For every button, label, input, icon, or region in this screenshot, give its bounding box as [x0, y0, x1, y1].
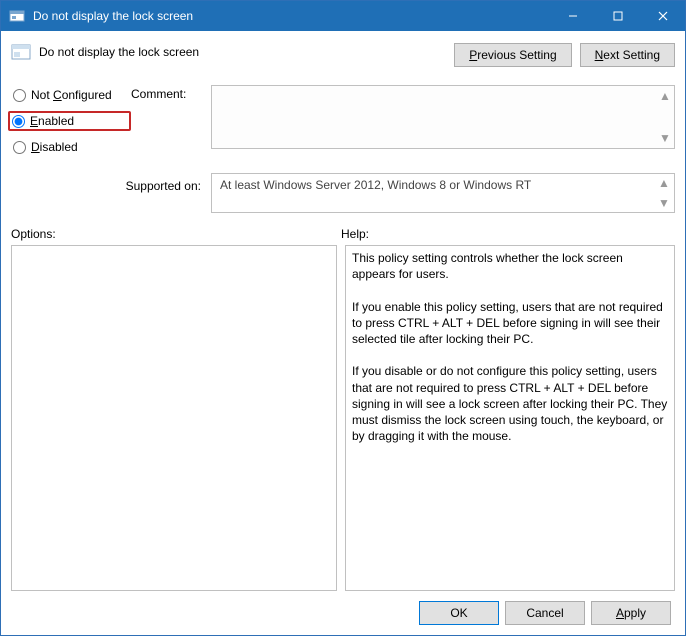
policy-icon	[9, 8, 25, 24]
options-pane[interactable]	[11, 245, 337, 591]
minimize-button[interactable]	[550, 1, 595, 31]
previous-setting-button[interactable]: Previous Setting	[454, 43, 571, 67]
policy-doc-icon	[11, 43, 31, 61]
comment-label: Comment:	[131, 85, 211, 149]
supported-scroll-indicator: ▲▼	[658, 176, 672, 210]
comment-input[interactable]	[211, 85, 675, 149]
radio-enabled-input[interactable]	[12, 115, 25, 128]
radio-disabled-input[interactable]	[13, 141, 26, 154]
comment-scroll-indicator: ▲▼	[659, 89, 673, 145]
supported-on-text: At least Windows Server 2012, Windows 8 …	[211, 173, 675, 213]
next-setting-button[interactable]: Next Setting	[580, 43, 675, 67]
radio-enabled[interactable]: Enabled	[8, 111, 131, 131]
window-controls	[550, 1, 685, 31]
radio-disabled-label[interactable]: Disabled	[31, 140, 78, 154]
state-radio-group: Not Configured Enabled Disabled	[11, 85, 131, 163]
radio-not-configured-input[interactable]	[13, 89, 26, 102]
radio-enabled-label[interactable]: Enabled	[30, 114, 74, 128]
titlebar[interactable]: Do not display the lock screen	[1, 1, 685, 31]
ok-button[interactable]: OK	[419, 601, 499, 625]
supported-on-value: At least Windows Server 2012, Windows 8 …	[220, 178, 531, 192]
supported-on-label: Supported on:	[11, 173, 211, 213]
help-pane[interactable]: This policy setting controls whether the…	[345, 245, 675, 591]
cancel-button[interactable]: Cancel	[505, 601, 585, 625]
close-button[interactable]	[640, 1, 685, 31]
radio-not-configured-label[interactable]: Not Configured	[31, 88, 112, 102]
radio-not-configured[interactable]: Not Configured	[11, 85, 131, 105]
help-label: Help:	[341, 227, 369, 241]
radio-disabled[interactable]: Disabled	[11, 137, 131, 157]
policy-name: Do not display the lock screen	[39, 45, 199, 59]
options-label: Options:	[11, 227, 341, 241]
apply-button[interactable]: Apply	[591, 601, 671, 625]
maximize-button[interactable]	[595, 1, 640, 31]
window-title: Do not display the lock screen	[33, 9, 550, 23]
